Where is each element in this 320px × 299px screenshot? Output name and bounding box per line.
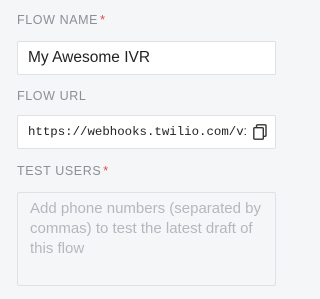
test-users-label-text: TEST USERS — [17, 164, 102, 178]
flow-name-label: FLOW NAME * — [17, 12, 106, 28]
flow-name-label-text: FLOW NAME — [17, 13, 99, 27]
flow-name-input[interactable] — [17, 41, 276, 75]
flow-settings-panel: FLOW NAME* FLOW URL https://webhooks.twi… — [0, 0, 288, 299]
flow-url-label-text: FLOW URL — [17, 89, 87, 103]
flow-url-value: https://webhooks.twilio.com/v1/ — [28, 125, 246, 139]
required-marker: * — [100, 13, 106, 27]
test-users-textarea[interactable] — [17, 192, 276, 286]
required-marker: * — [103, 164, 109, 178]
flow-url-label: FLOW URL — [17, 88, 86, 104]
test-users-label: TEST USERS * — [17, 163, 109, 179]
copy-icon[interactable] — [253, 124, 269, 140]
flow-url-field[interactable]: https://webhooks.twilio.com/v1/ — [17, 115, 276, 149]
